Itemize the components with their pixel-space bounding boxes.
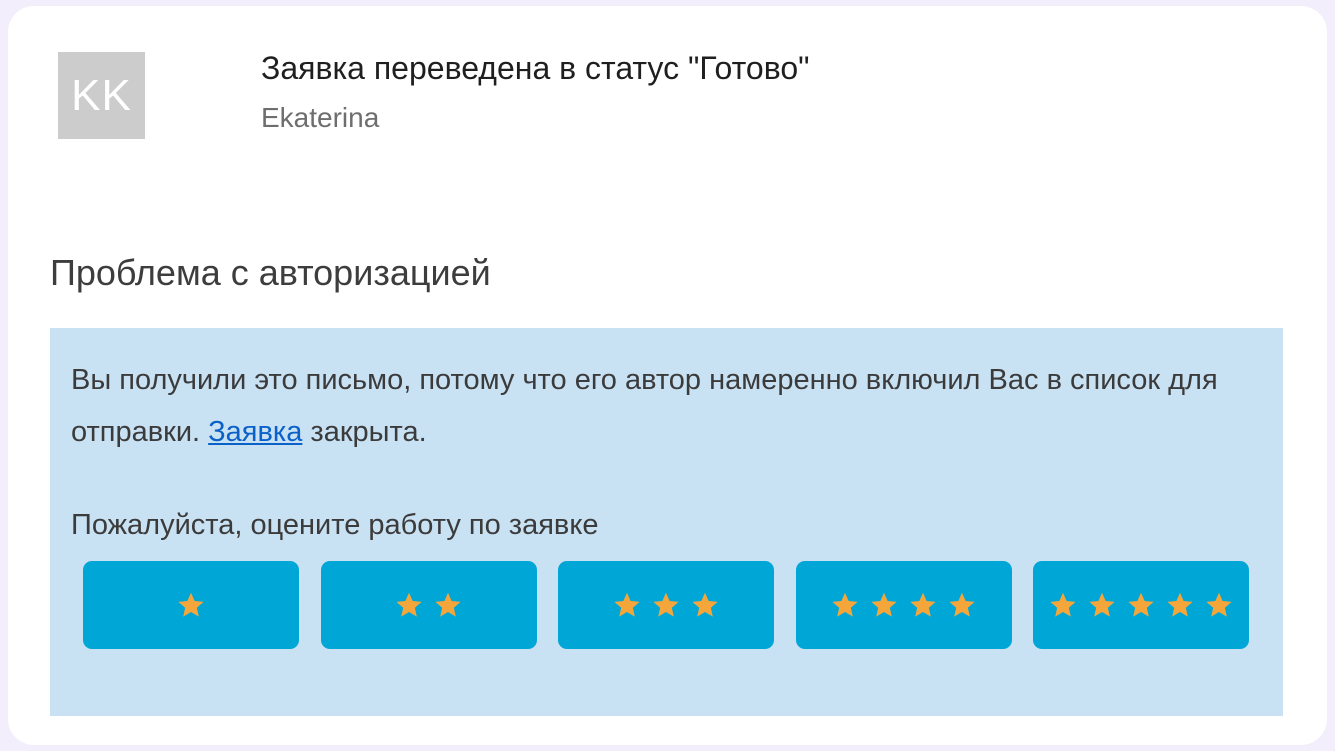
rating-button-1[interactable]: [83, 561, 299, 649]
rating-button-2[interactable]: [320, 561, 537, 649]
star-icon: [396, 592, 422, 617]
rating-prompt: Пожалуйста, оцените работу по заявке: [71, 509, 599, 541]
star-icon: [1089, 592, 1115, 617]
star-icon: [1050, 592, 1076, 617]
rating-button-5[interactable]: [1033, 561, 1249, 649]
rating-button-3[interactable]: [558, 561, 774, 649]
rating-button-4[interactable]: [795, 561, 1012, 649]
star-icon: [832, 592, 858, 617]
star-icon: [692, 592, 718, 617]
ticket-link[interactable]: Заявка: [208, 416, 302, 448]
star-icon: [871, 592, 897, 617]
star-icon: [1206, 592, 1232, 617]
ticket-title: Проблема с авторизацией: [50, 252, 491, 293]
message-text-after-link: закрыта.: [302, 416, 427, 448]
rating-buttons: [83, 561, 1249, 649]
star-icon: [910, 592, 936, 617]
star-icon: [1128, 592, 1154, 617]
message-text: Вы получили это письмо, потому что его а…: [71, 354, 1261, 458]
star-icon: [1167, 592, 1193, 617]
email-subject: Заявка переведена в статус "Готово": [261, 50, 810, 86]
star-icon: [614, 592, 640, 617]
star-icon: [653, 592, 679, 617]
message-panel: Вы получили это письмо, потому что его а…: [50, 328, 1283, 716]
star-icon: [178, 592, 204, 617]
star-icon: [435, 592, 461, 617]
avatar: KK: [58, 52, 145, 139]
star-icon: [949, 592, 975, 617]
email-sender: Ekaterina: [261, 102, 380, 133]
